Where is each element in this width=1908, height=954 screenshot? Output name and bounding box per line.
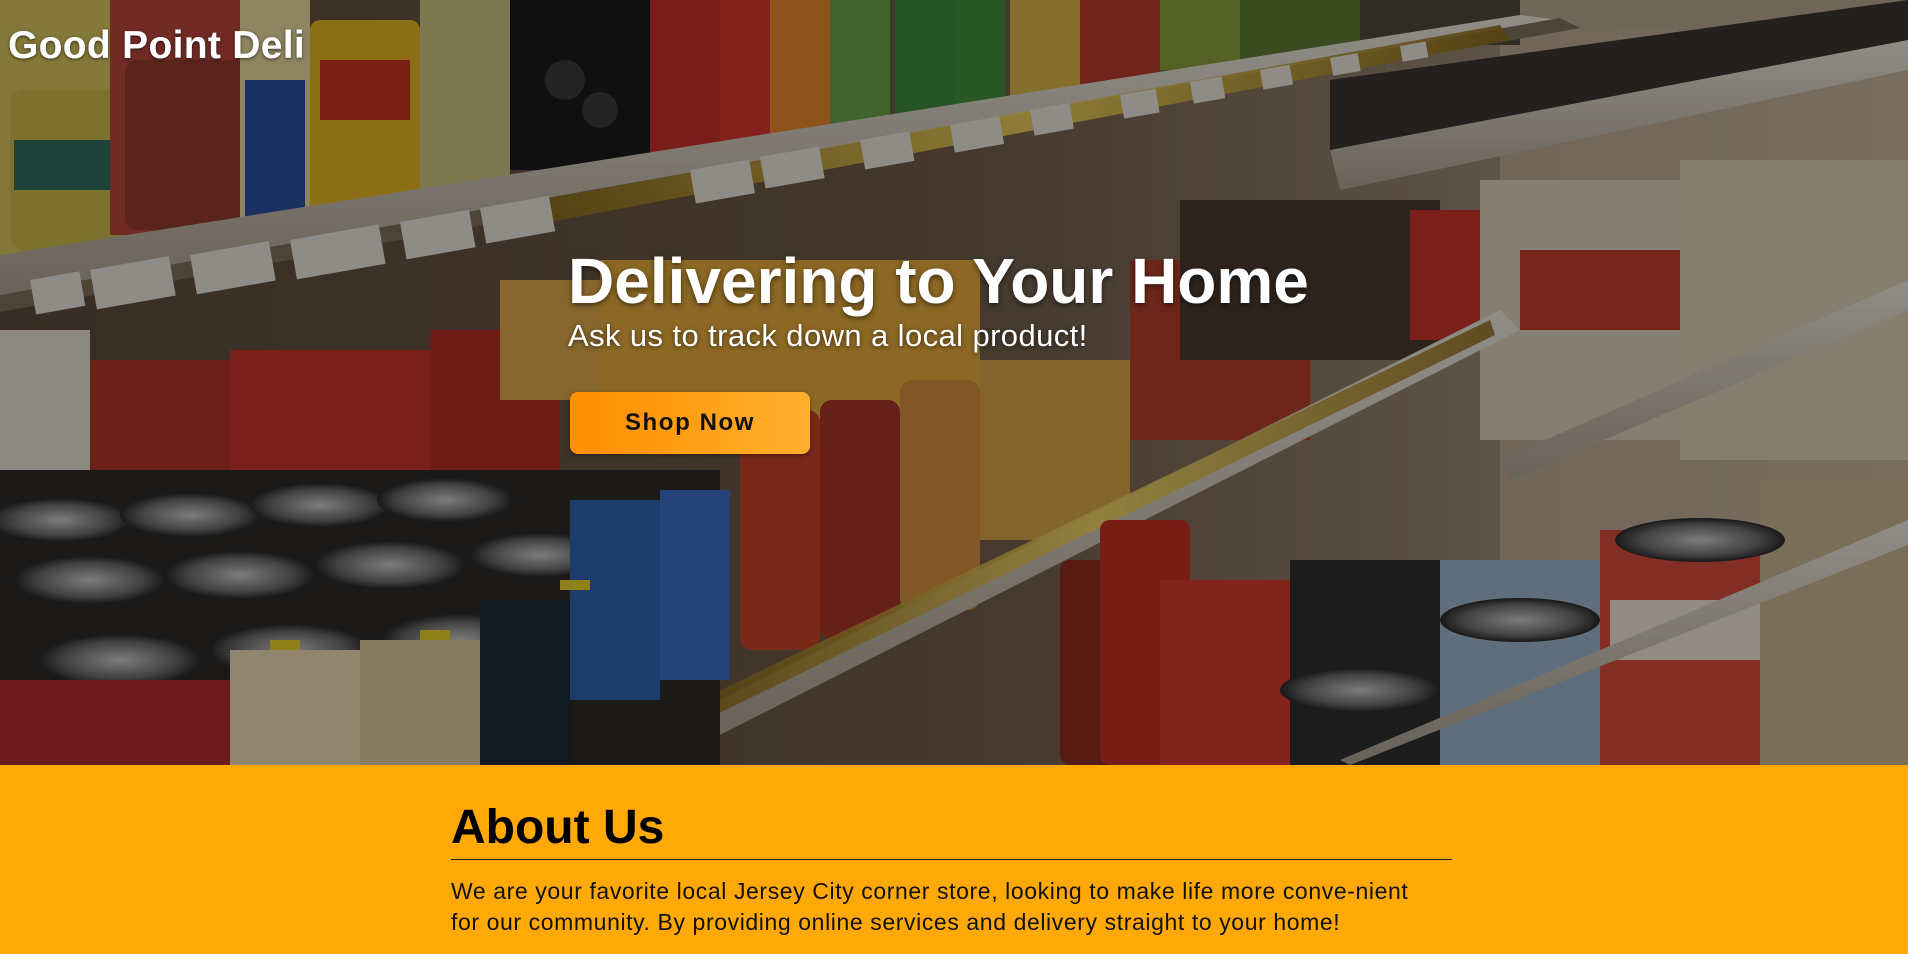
- hero-dark-overlay: [0, 0, 1908, 765]
- hero-section: Good Point Deli Delivering to Your Home …: [0, 0, 1908, 765]
- about-content: About Us We are your favorite local Jers…: [451, 801, 1452, 938]
- about-section: About Us We are your favorite local Jers…: [0, 765, 1908, 954]
- hero-content: Delivering to Your Home Ask us to track …: [568, 244, 1468, 454]
- hero-subtitle: Ask us to track down a local product!: [568, 318, 1088, 353]
- site-logo-text[interactable]: Good Point Deli: [8, 24, 305, 68]
- hero-title: Delivering to Your Home: [568, 245, 1309, 317]
- about-description: We are your favorite local Jersey City c…: [451, 878, 1409, 935]
- shop-now-button[interactable]: Shop Now: [570, 392, 810, 454]
- page: Good Point Deli Delivering to Your Home …: [0, 0, 1908, 954]
- about-heading: About Us: [451, 801, 1452, 860]
